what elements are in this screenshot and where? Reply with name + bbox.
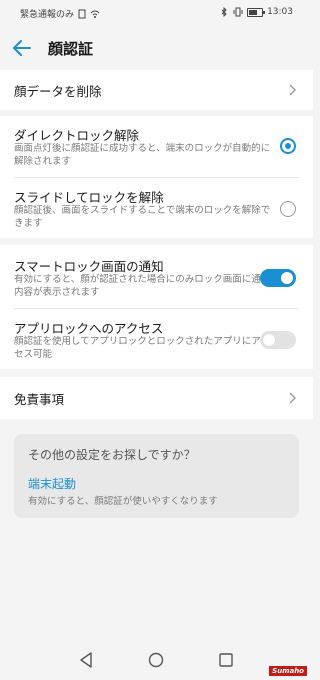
smart-lock-notify-toggle[interactable] bbox=[260, 269, 296, 287]
disclaimer-item[interactable]: 免責事項 bbox=[0, 377, 313, 419]
status-text: 緊急通報のみ bbox=[20, 10, 75, 20]
section-toggles: スマートロック画面の通知 有効にすると、顔が認証された場合にのみロック画面に通知… bbox=[0, 245, 313, 369]
disclaimer-label: 免責事項 bbox=[14, 392, 65, 407]
arrow-left-icon[interactable] bbox=[10, 36, 36, 60]
chevron-right-icon bbox=[289, 84, 296, 96]
slide-unlock-desc: 顔認証後、画面をスライドすることで端末のロックを解除できます bbox=[14, 205, 271, 229]
home-circle-icon[interactable] bbox=[146, 650, 166, 670]
smart-lock-notify-item[interactable]: スマートロック画面の通知 有効にすると、顔が認証された場合にのみロック画面に通知… bbox=[0, 245, 313, 307]
suggestion-title: その他の設定をお探しですか？ bbox=[28, 448, 196, 462]
back-triangle-icon[interactable] bbox=[76, 650, 96, 670]
status-time: 13:03 bbox=[267, 7, 293, 17]
app-bar: 顔認証 bbox=[0, 26, 313, 70]
slide-unlock-option[interactable]: スライドしてロックを解除 顔認証後、画面をスライドすることで端末のロックを解除で… bbox=[0, 178, 313, 238]
page-title: 顔認証 bbox=[48, 40, 94, 58]
app-lock-access-item[interactable]: アプリロックへのアクセス 顔認証を使用してアプリロックとロックされたアプリにアク… bbox=[0, 309, 313, 369]
vibrate-icon bbox=[233, 7, 243, 17]
section-face-data: 顔データを削除 bbox=[0, 70, 313, 110]
section-disclaimer: 免責事項 bbox=[0, 377, 313, 419]
sim-icon bbox=[78, 9, 86, 18]
slide-unlock-radio[interactable] bbox=[280, 201, 296, 217]
navigation-bar: Sumaho bbox=[0, 640, 313, 680]
section-unlock-mode: ダイレクトロック解除 画面点灯後に顔認証に成功すると、端末のロックが自動的に解除… bbox=[0, 116, 313, 238]
battery-icon bbox=[247, 7, 266, 17]
app-lock-access-desc: 顔認証を使用してアプリロックとロックされたアプリにアクセス可能 bbox=[14, 336, 270, 360]
app-lock-access-toggle[interactable] bbox=[260, 331, 296, 349]
direct-unlock-desc: 画面点灯後に顔認証に成功すると、端末のロックが自動的に解除されます bbox=[14, 143, 271, 167]
suggestion-card: その他の設定をお探しですか？ 端末起動 有効にすると、顔認証が使いやすくなります bbox=[14, 434, 299, 518]
chevron-right-icon bbox=[289, 392, 296, 404]
toggle-knob bbox=[263, 334, 275, 346]
suggestion-desc: 有効にすると、顔認証が使いやすくなります bbox=[28, 496, 218, 507]
delete-face-data-item[interactable]: 顔データを削除 bbox=[0, 70, 313, 110]
device-startup-link[interactable]: 端末起動 bbox=[28, 475, 76, 492]
smart-lock-notify-desc: 有効にすると、顔が認証された場合にのみロック画面に通知内容が表示されます bbox=[14, 274, 271, 298]
recents-square-icon[interactable] bbox=[216, 650, 236, 670]
bluetooth-icon bbox=[221, 7, 227, 17]
direct-unlock-option[interactable]: ダイレクトロック解除 画面点灯後に顔認証に成功すると、端末のロックが自動的に解除… bbox=[0, 116, 313, 176]
watermark-logo: Sumaho bbox=[269, 666, 307, 676]
direct-unlock-radio[interactable] bbox=[280, 138, 296, 154]
status-bar: 緊急通報のみ 13:03 bbox=[0, 0, 313, 26]
delete-face-data-label: 顔データを削除 bbox=[14, 84, 102, 99]
toggle-knob bbox=[281, 272, 293, 284]
wifi-icon bbox=[90, 10, 100, 18]
